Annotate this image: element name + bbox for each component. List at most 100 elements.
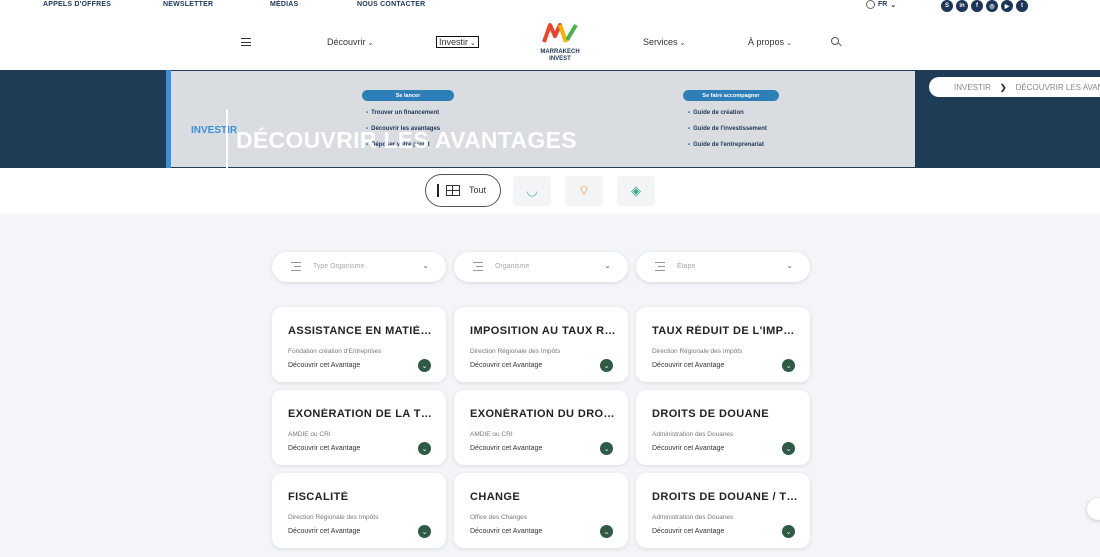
- chevron-down-icon[interactable]: ⌄: [782, 359, 795, 372]
- chevron-down-icon[interactable]: ⌄: [418, 359, 431, 372]
- logo-line-1: MARRAKECH: [540, 49, 580, 55]
- language-label: FR: [878, 1, 888, 8]
- facebook-icon[interactable]: f: [971, 0, 983, 12]
- document-icon: ⌔: [577, 183, 591, 198]
- chevron-down-icon[interactable]: ⌄: [782, 525, 795, 538]
- card-title: EXONÉRATION DU DROIT D'IMPORTATION: [470, 408, 616, 420]
- advantage-card[interactable]: IMPOSITION AU TAUX RÉDUIT Direction Régi…: [454, 307, 628, 382]
- advantage-card[interactable]: DROITS DE DOUANE / TVA Administration de…: [636, 473, 810, 548]
- card-title: CHANGE: [470, 491, 521, 503]
- card-organisme: Direction Régionale des Impôts: [470, 348, 561, 355]
- filter-icon: [473, 262, 483, 271]
- chevron-down-icon[interactable]: ⌄: [600, 359, 613, 372]
- handshake-icon: ◡: [526, 183, 538, 198]
- search-icon[interactable]: [831, 37, 839, 45]
- card-cta[interactable]: Découvrir cet Avantage: [652, 445, 724, 452]
- select-placeholder: Étape: [677, 263, 696, 270]
- nav-label: Découvrir: [327, 37, 366, 47]
- card-title: FISCALITÉ: [288, 491, 349, 503]
- chevron-right-icon: ❯: [999, 82, 1007, 92]
- advantage-card[interactable]: ASSISTANCE EN MATIÈRE DE FINANCEMENT Fon…: [272, 307, 446, 382]
- chevron-down-icon[interactable]: ⌄: [600, 442, 613, 455]
- nav-decouvrir[interactable]: Découvrir ⌄: [327, 37, 373, 47]
- marrakech-invest-logo[interactable]: MARRAKECH INVEST: [536, 22, 584, 63]
- filter-icon: [291, 262, 301, 271]
- language-selector[interactable]: FR ⌄: [866, 0, 896, 9]
- card-cta[interactable]: Découvrir cet Avantage: [470, 445, 542, 452]
- nav-label: Investir: [439, 37, 469, 47]
- main-navigation: Découvrir ⌄ Investir ⌄ MARRAKECH INVEST Se…: [0, 12, 1100, 70]
- card-cta[interactable]: Découvrir cet Avantage: [470, 362, 542, 369]
- card-organisme: Office des Changes: [470, 514, 527, 521]
- card-title: ASSISTANCE EN MATIÈRE DE FINANCEMENT: [288, 325, 434, 337]
- card-organisme: Administration des Douanes: [652, 431, 734, 438]
- card-organisme: Fondation création d'Entreprises: [288, 348, 382, 355]
- coins-icon: ◈: [631, 183, 641, 198]
- select-etape[interactable]: Étape ⌄: [636, 252, 810, 282]
- breadcrumb: INVESTIR ❯ DÉCOUVRIR LES AVANTAGES: [929, 77, 1100, 97]
- menu-icon[interactable]: [241, 38, 251, 46]
- card-cta[interactable]: Découvrir cet Avantage: [652, 528, 724, 535]
- scroll-control[interactable]: [1087, 498, 1100, 520]
- hero-banner: Se lancer Trouver un financement Découvr…: [0, 70, 1100, 189]
- link-contact[interactable]: NOUS CONTACTER: [357, 1, 425, 8]
- advantage-card[interactable]: EXONÉRATION DE LA TVA AMDIE ou CRI Décou…: [272, 390, 446, 465]
- chevron-down-icon: ⌄: [470, 40, 476, 47]
- breadcrumb-item-investir[interactable]: INVESTIR: [954, 83, 991, 92]
- nav-services[interactable]: Services ⌄: [643, 37, 685, 47]
- nav-investir[interactable]: Investir ⌄: [436, 36, 479, 48]
- select-organisme[interactable]: Organisme ⌄: [454, 252, 628, 282]
- active-indicator: [437, 184, 439, 197]
- card-organisme: AMDIE ou CRI: [288, 431, 331, 438]
- card-title: DROITS DE DOUANE / TVA: [652, 491, 798, 503]
- nav-label: Services: [643, 37, 678, 47]
- advantage-card[interactable]: DROITS DE DOUANE Administration des Doua…: [636, 390, 810, 465]
- card-title: EXONÉRATION DE LA TVA: [288, 408, 434, 420]
- nav-label: À propos: [748, 37, 785, 47]
- card-cta[interactable]: Découvrir cet Avantage: [288, 528, 360, 535]
- chevron-down-icon[interactable]: ⌄: [600, 525, 613, 538]
- menu-item-guide-investissement[interactable]: Guide de l'investissement: [688, 126, 767, 132]
- chevron-down-icon[interactable]: ⌄: [418, 525, 431, 538]
- menu-item-guide-creation[interactable]: Guide de création: [688, 110, 744, 116]
- youtube-icon[interactable]: ▶: [1001, 0, 1013, 12]
- menu-item-financement[interactable]: Trouver un financement: [366, 110, 439, 116]
- advantage-card[interactable]: CHANGE Office des Changes Découvrir cet …: [454, 473, 628, 548]
- card-organisme: Administration des Douanes: [652, 514, 734, 521]
- menu-title-se-lancer: Se lancer: [362, 90, 454, 101]
- tab-category-1[interactable]: ◡: [513, 176, 551, 206]
- chevron-down-icon: ⌄: [890, 1, 897, 9]
- select-placeholder: Organisme: [495, 263, 530, 270]
- card-title: IMPOSITION AU TAUX RÉDUIT: [470, 325, 616, 337]
- tab-category-2[interactable]: ⌔: [565, 176, 603, 206]
- chevron-down-icon[interactable]: ⌄: [418, 442, 431, 455]
- logo-line-2: INVEST: [549, 56, 571, 62]
- link-newsletter[interactable]: NEWSLETTER: [163, 1, 213, 8]
- linkedin-icon[interactable]: in: [956, 0, 968, 12]
- chevron-down-icon[interactable]: ⌄: [782, 442, 795, 455]
- advantage-card[interactable]: FISCALITÉ Direction Régionale des Impôts…: [272, 473, 446, 548]
- card-cta[interactable]: Découvrir cet Avantage: [288, 362, 360, 369]
- card-cta[interactable]: Découvrir cet Avantage: [652, 362, 724, 369]
- select-placeholder: Type Organisme: [313, 263, 365, 270]
- menu-item-guide-entreprenariat[interactable]: Guide de l'entreprenariat: [688, 142, 764, 148]
- chevron-down-icon: ⌄: [786, 261, 793, 270]
- globe-icon: [866, 0, 875, 9]
- tab-category-3[interactable]: ◈: [617, 176, 655, 206]
- link-medias[interactable]: MÉDIAS: [270, 1, 298, 8]
- advantage-card[interactable]: TAUX RÉDUIT DE L'IMPÔT Direction Régiona…: [636, 307, 810, 382]
- card-cta[interactable]: Découvrir cet Avantage: [470, 528, 542, 535]
- menu-title-accompagner: Se faire accompagner: [683, 90, 779, 101]
- select-type-organisme[interactable]: Type Organisme ⌄: [272, 252, 446, 282]
- card-cta[interactable]: Découvrir cet Avantage: [288, 445, 360, 452]
- twitter-icon[interactable]: t: [1016, 0, 1028, 12]
- chevron-down-icon: ⌄: [786, 40, 792, 47]
- instagram-icon[interactable]: ◎: [986, 0, 998, 12]
- link-appels-offres[interactable]: APPELS D'OFFRES: [43, 1, 111, 8]
- advantage-card[interactable]: EXONÉRATION DU DROIT D'IMPORTATION AMDIE…: [454, 390, 628, 465]
- tab-tout-label: Tout: [469, 185, 487, 195]
- chevron-down-icon: ⌄: [604, 261, 611, 270]
- skype-icon[interactable]: S: [941, 0, 953, 12]
- tab-tout[interactable]: Tout: [425, 174, 501, 207]
- nav-a-propos[interactable]: À propos ⌄: [748, 37, 792, 47]
